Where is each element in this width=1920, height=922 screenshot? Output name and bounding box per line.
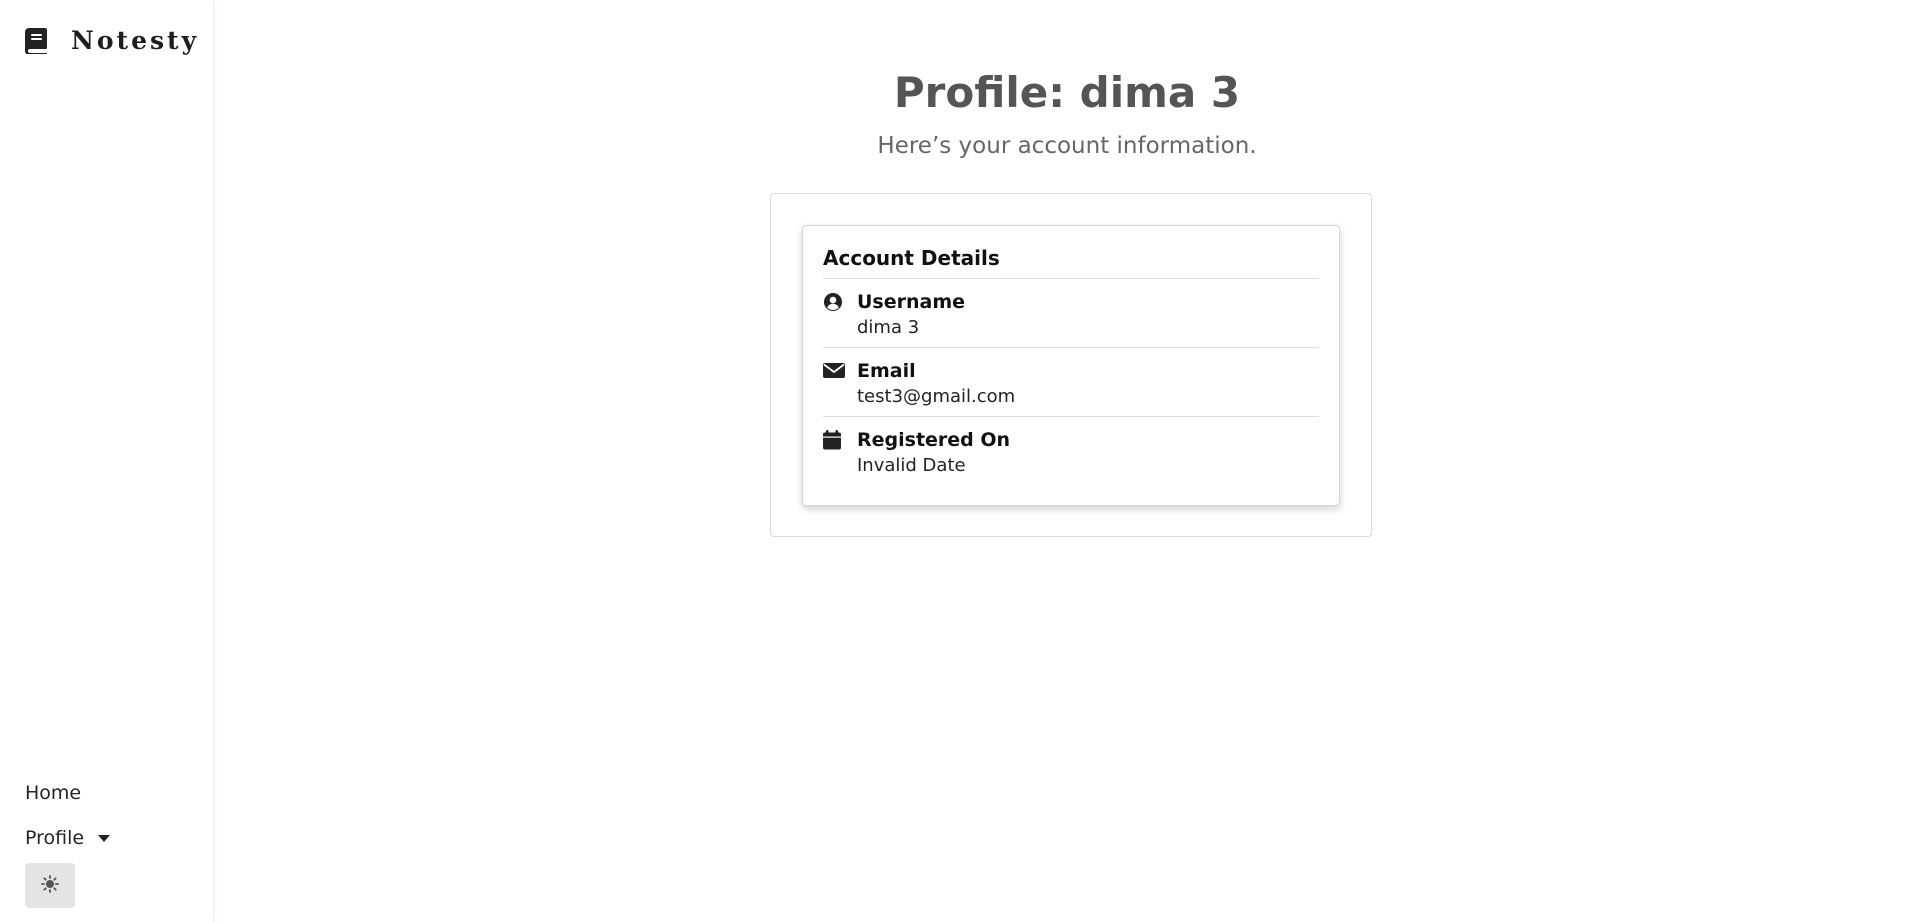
registered-label: Registered On — [857, 429, 1011, 451]
page-subtitle: Here’s your account information. — [877, 133, 1257, 159]
book-icon — [25, 27, 47, 55]
sun-icon — [41, 875, 59, 896]
username-label: Username — [857, 291, 966, 313]
email-value: test3@gmail.com — [857, 386, 1016, 407]
nav-profile-dropdown[interactable]: Profile — [25, 827, 111, 849]
registered-text: Registered On Invalid Date — [857, 427, 1010, 479]
username-value: dima 3 — [857, 317, 920, 338]
nav-home-link[interactable]: Home — [25, 782, 81, 804]
account-details-card: Account Details Username dima 3 Email te… — [802, 225, 1340, 506]
theme-toggle-button[interactable] — [25, 863, 75, 908]
brand-name: Notesty — [71, 26, 200, 55]
page-title: Profile: dima 3 — [893, 68, 1241, 117]
profile-container-card: Account Details Username dima 3 Email te… — [770, 193, 1372, 537]
registered-value: Invalid Date — [857, 455, 966, 476]
brand[interactable]: Notesty — [25, 26, 199, 55]
detail-row-registered: Registered On Invalid Date — [823, 417, 1319, 486]
email-label: Email — [857, 360, 916, 382]
sidebar: Notesty Home Profile — [0, 0, 214, 922]
caret-down-icon — [98, 834, 111, 842]
nav-profile-label: Profile — [25, 827, 85, 849]
envelope-icon — [823, 361, 845, 383]
user-circle-icon — [823, 292, 845, 314]
main-content: Profile: dima 3 Here’s your account info… — [214, 0, 1920, 922]
account-details-title: Account Details — [823, 226, 1319, 279]
detail-row-username: Username dima 3 — [823, 279, 1319, 348]
calendar-icon — [823, 430, 845, 452]
email-text: Email test3@gmail.com — [857, 358, 1015, 410]
app-layout: Notesty Home Profile Profile: dima 3 Her… — [0, 0, 1920, 922]
detail-row-email: Email test3@gmail.com — [823, 348, 1319, 417]
username-text: Username dima 3 — [857, 289, 965, 341]
